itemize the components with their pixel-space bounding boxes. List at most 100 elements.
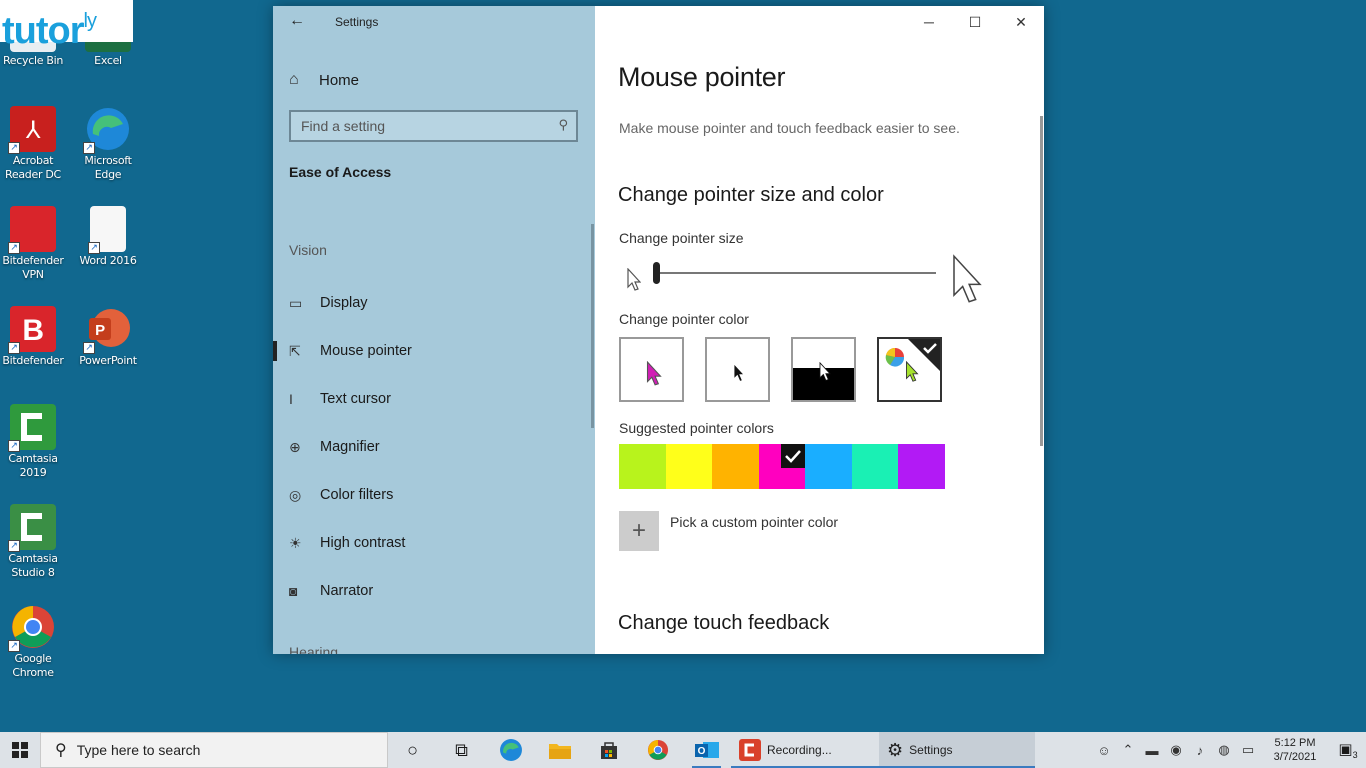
desktop-icon-edge[interactable]: ↗ Microsoft Edge	[70, 106, 146, 182]
color-swatch[interactable]	[758, 444, 805, 489]
magnifier-icon: ⊕	[289, 438, 301, 455]
nav-item-display[interactable]: ▭ Display	[273, 279, 595, 327]
taskbar-chrome[interactable]	[633, 732, 682, 768]
volume-icon[interactable]: ♪	[1188, 743, 1212, 758]
maximize-button[interactable]: ☐	[952, 6, 998, 38]
word-document-icon: ↗	[88, 206, 126, 254]
edge-icon: ↗	[83, 106, 131, 154]
desktop-icon-powerpoint[interactable]: P ↗ PowerPoint	[70, 306, 146, 368]
taskbar-settings-window[interactable]: ⚙ Settings	[879, 732, 1035, 768]
desktop-icon-chrome[interactable]: ↗ Google Chrome	[0, 604, 71, 680]
nav-item-narrator[interactable]: ◙ Narrator	[273, 567, 595, 615]
desktop-icon-label: Camtasia Studio 8	[8, 552, 58, 579]
settings-label: Settings	[909, 743, 953, 757]
color-swatch[interactable]	[712, 444, 759, 489]
content-scrollbar[interactable]	[1040, 116, 1043, 446]
network-icon[interactable]: ◍	[1212, 742, 1236, 758]
settings-window: ← Settings ⌂ Home Find a setting ⚲ Ease …	[273, 6, 1044, 654]
svg-text:⅄: ⅄	[25, 116, 41, 144]
taskbar-outlook[interactable]: O	[682, 732, 731, 768]
pointer-size-slider[interactable]	[619, 252, 989, 312]
custom-color-button[interactable]: +	[619, 511, 659, 551]
store-bag-icon	[600, 742, 617, 759]
nav-item-magnifier[interactable]: ⊕ Magnifier	[273, 423, 595, 471]
people-icon[interactable]: ☺	[1092, 743, 1116, 758]
chrome-icon: ↗	[8, 604, 56, 652]
windows-logo-icon	[12, 742, 28, 758]
battery-icon[interactable]: ▬	[1140, 743, 1164, 758]
custom-color-label[interactable]: Pick a custom pointer color	[670, 514, 838, 530]
color-swatch[interactable]	[665, 444, 712, 489]
desktop-icon-bitdefender-vpn[interactable]: ↗ Bitdefender VPN	[0, 206, 71, 282]
close-button[interactable]: ✕	[998, 6, 1044, 38]
suggested-color-swatches	[619, 444, 945, 489]
section-title: Ease of Access	[289, 164, 392, 180]
svg-text:O: O	[697, 746, 705, 757]
desktop-icon-word[interactable]: ↗ Word 2016	[70, 206, 146, 268]
minimize-button[interactable]: ─	[906, 6, 952, 38]
cortana-button[interactable]: ○	[388, 732, 437, 768]
taskbar-recording-window[interactable]: Recording...	[731, 732, 879, 768]
desktop-icon-bitdefender[interactable]: B ↗ Bitdefender	[0, 306, 71, 368]
plus-icon: +	[631, 517, 646, 544]
maximize-icon: ☐	[968, 13, 982, 30]
minimize-icon: ─	[924, 14, 934, 30]
desktop-icon-label: Bitdefender	[2, 354, 64, 367]
notification-icon: ▣	[1338, 741, 1353, 758]
group-title-vision: Vision	[289, 242, 327, 258]
microphone-icon[interactable]: ◉	[1164, 742, 1188, 758]
nav-item-color-filters[interactable]: ◎ Color filters	[273, 471, 595, 519]
find-setting-input[interactable]: Find a setting ⚲	[289, 110, 578, 142]
start-button[interactable]	[0, 732, 40, 768]
back-arrow-icon[interactable]: ←	[289, 12, 305, 30]
home-icon: ⌂	[289, 71, 299, 88]
desktop-icon-label: Camtasia 2019	[8, 452, 58, 479]
display-tray-icon[interactable]: ▭	[1236, 742, 1260, 758]
clock[interactable]: 5:12 PM 3/7/2021	[1260, 736, 1330, 764]
desktop-icon-camtasia-2019[interactable]: ↗ Camtasia 2019	[0, 404, 71, 480]
color-wheel-icon	[885, 347, 905, 367]
nav-item-label: Magnifier	[320, 439, 380, 455]
color-option-inverted[interactable]	[791, 337, 856, 402]
taskbar-file-explorer[interactable]	[535, 732, 584, 768]
folder-icon	[548, 744, 571, 759]
white-pointer-icon	[646, 361, 662, 386]
desktop-icon-camtasia-8[interactable]: ↗ Camtasia Studio 8	[0, 504, 71, 580]
svg-text:P: P	[95, 322, 105, 339]
window-controls: ─ ☐ ✕	[906, 6, 1044, 38]
selected-check-icon	[781, 444, 805, 468]
color-option-white[interactable]	[619, 337, 684, 402]
clock-time: 5:12 PM	[1274, 737, 1316, 749]
desktop-icon-label: Recycle Bin	[2, 54, 64, 67]
taskbar-store[interactable]	[584, 732, 633, 768]
close-icon: ✕	[1015, 13, 1027, 30]
color-swatch[interactable]	[805, 444, 852, 489]
color-filter-icon: ◎	[289, 486, 302, 503]
color-swatch[interactable]	[898, 444, 945, 489]
logo-text: tutor	[2, 10, 85, 52]
nav-item-label: Display	[320, 295, 368, 311]
gear-icon: ⚙	[887, 739, 904, 760]
slider-thumb[interactable]	[653, 262, 660, 284]
pointer-color-options	[619, 337, 942, 402]
chevron-up-icon[interactable]: ⌃	[1116, 742, 1140, 758]
color-swatch[interactable]	[619, 444, 666, 489]
nav-item-text-cursor[interactable]: I Text cursor	[273, 375, 595, 423]
taskbar-edge[interactable]	[486, 732, 535, 768]
color-swatch[interactable]	[851, 444, 898, 489]
desktop-icon-label: Acrobat Reader DC	[5, 154, 61, 181]
page-description: Make mouse pointer and touch feedback ea…	[619, 120, 960, 136]
nav-item-mouse-pointer[interactable]: ⇱ Mouse pointer	[273, 327, 595, 375]
taskbar: ⚲ Type here to search ○ ⧉ O Recording...…	[0, 732, 1366, 768]
task-view-button[interactable]: ⧉	[437, 732, 486, 768]
bitdefender-icon: B ↗	[8, 306, 56, 354]
notifications-button[interactable]: ▣3	[1330, 740, 1366, 760]
inverted-pointer-icon	[819, 362, 831, 381]
nav-home[interactable]: ⌂ Home	[289, 68, 359, 92]
color-option-black[interactable]	[705, 337, 770, 402]
nav-scrollbar[interactable]	[591, 224, 594, 428]
taskbar-search-box[interactable]: ⚲ Type here to search	[40, 732, 388, 768]
desktop-icon-acrobat[interactable]: ⅄ ↗ Acrobat Reader DC	[0, 106, 71, 182]
nav-item-high-contrast[interactable]: ☀ High contrast	[273, 519, 595, 567]
color-option-custom[interactable]	[877, 337, 942, 402]
